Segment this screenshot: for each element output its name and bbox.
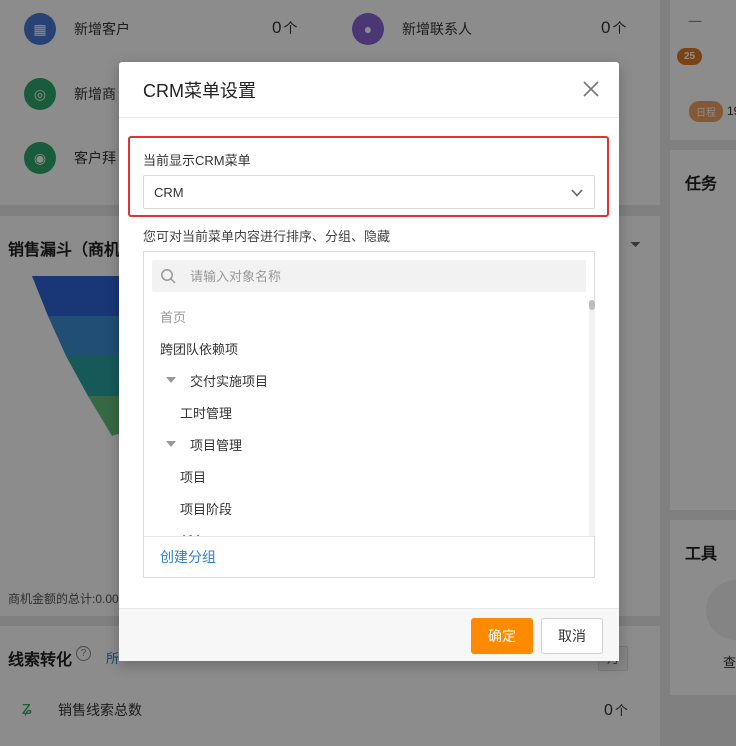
- modal-footer: 确定 取消: [119, 608, 619, 661]
- tree-group-delivery[interactable]: 交付实施项目: [144, 364, 268, 396]
- tree-item-project[interactable]: 项目: [144, 460, 206, 492]
- tree-group-project[interactable]: 项目管理: [144, 428, 242, 460]
- chevron-down-icon: [571, 189, 583, 197]
- tree-item-project-stage[interactable]: 项目阶段: [144, 492, 232, 524]
- menu-tree-box: 首页 跨团队依赖项 交付实施项目 工时管理 项目管理 项目 项目阶段 任务 创建…: [143, 251, 595, 578]
- search-input[interactable]: [190, 268, 570, 284]
- tree-item-timesheet[interactable]: 工时管理: [144, 396, 232, 428]
- cancel-button[interactable]: 取消: [541, 618, 603, 654]
- scrollbar-thumb[interactable]: [589, 300, 595, 310]
- current-menu-label: 当前显示CRM菜单: [143, 153, 251, 168]
- select-value: CRM: [154, 184, 184, 200]
- search-icon: [161, 269, 176, 284]
- confirm-button[interactable]: 确定: [471, 618, 533, 654]
- modal-header: CRM菜单设置: [119, 62, 619, 118]
- tree-item-task[interactable]: 任务: [144, 524, 206, 537]
- hint-text: 您可对当前菜单内容进行排序、分组、隐藏: [143, 229, 391, 244]
- search-box: [152, 260, 586, 292]
- menu-tree-list: 首页 跨团队依赖项 交付实施项目 工时管理 项目管理 项目 项目阶段 任务: [144, 300, 590, 537]
- close-icon[interactable]: [580, 78, 602, 100]
- scrollbar-track[interactable]: [589, 300, 595, 536]
- tree-footer: 创建分组: [144, 536, 594, 577]
- current-menu-select[interactable]: CRM: [143, 175, 595, 209]
- caret-down-icon[interactable]: [166, 441, 176, 447]
- create-group-link[interactable]: 创建分组: [160, 547, 216, 567]
- tree-item-home[interactable]: 首页: [144, 300, 186, 332]
- modal-title: CRM菜单设置: [143, 80, 256, 101]
- tree-item-cross-team[interactable]: 跨团队依赖项: [144, 332, 238, 364]
- crm-menu-settings-dialog: CRM菜单设置 当前显示CRM菜单 CRM 您可对当前菜单内容进行排序、分组、隐…: [119, 62, 619, 661]
- caret-down-icon[interactable]: [166, 377, 176, 383]
